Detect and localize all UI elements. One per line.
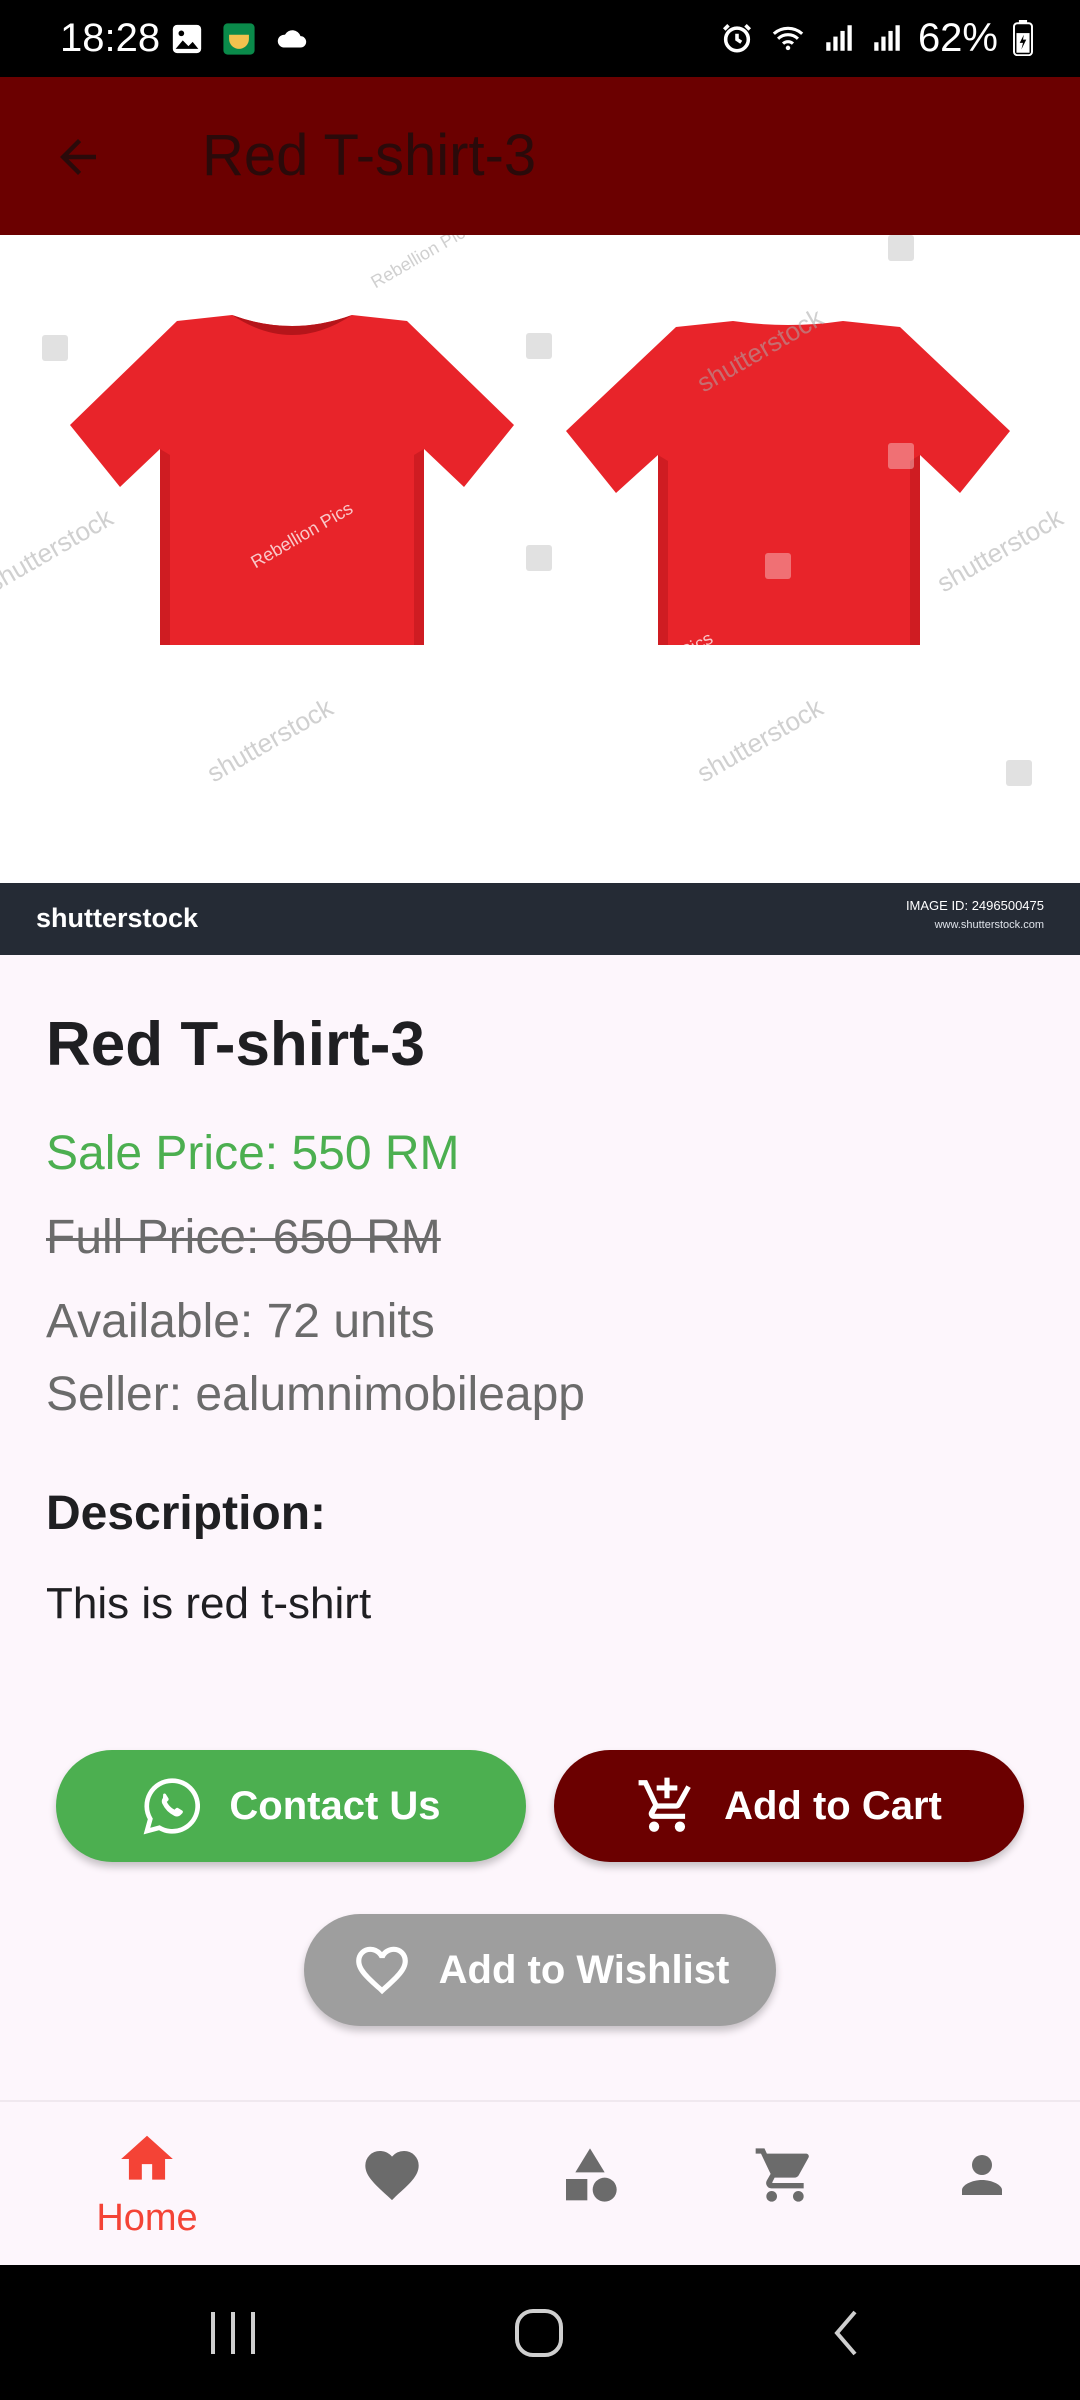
watermark-text: shutterstock [201,692,339,789]
status-time: 18:28 [60,16,161,60]
recent-apps-icon [211,2312,255,2354]
whatsapp-icon [144,1778,201,1835]
signal-icon [826,25,852,51]
sale-price: Sale Price: 550 RM [46,1127,460,1180]
product-name: Red T-shirt-3 [46,1010,425,1079]
wifi-icon [772,26,804,51]
status-left-icons [170,22,310,56]
home-circle-icon [515,2309,563,2357]
credit-text: Rebellion Pics [367,235,477,293]
app-icon [223,23,255,55]
image-id: IMAGE ID: 2496500475 [906,897,1044,915]
add-to-wishlist-label: Add to Wishlist [438,1947,730,1992]
home-system-button[interactable] [505,2300,575,2366]
nav-item-home[interactable]: Home [47,2100,247,2265]
nav-label-home: Home [96,2197,198,2239]
available-units: Available: 72 units [46,1295,435,1348]
back-button[interactable] [40,119,116,195]
tshirt-front-image [70,315,514,645]
image-id-value: 2496500475 [971,898,1044,913]
back-system-button[interactable] [815,2300,881,2366]
watermark-mark [888,443,914,469]
heart-icon [365,2150,419,2201]
description-heading: Description: [46,1487,327,1540]
nav-item-profile[interactable] [882,2100,1080,2265]
contact-us-label: Contact Us [229,1783,441,1828]
add-cart-icon [638,1777,691,1832]
back-arrow-icon [60,139,96,175]
battery-percent: 62% [917,16,998,60]
status-right: 62% [720,14,1034,62]
watermark-mark [165,653,191,679]
add-to-cart-label: Add to Cart [724,1783,942,1828]
signal-icon-2 [874,25,900,51]
alarm-icon [722,23,751,53]
watermark-mark [526,333,552,359]
app-bar [0,77,1080,235]
image-credit-bar: shutterstock IMAGE ID: 2496500475 www.sh… [0,883,1080,955]
watermark-mark [1006,760,1032,786]
contact-us-button[interactable]: Contact Us [56,1750,526,1862]
watermark-mark [526,545,552,571]
home-icon [121,2135,173,2180]
watermark-mark [888,235,914,261]
image-id-label: IMAGE ID: [905,898,969,913]
shapes-icon [566,2148,617,2202]
recent-apps-button[interactable] [200,2300,266,2366]
nav-item-wishlist[interactable] [292,2100,492,2265]
full-price: Full Price: 650 RM [46,1211,441,1264]
nav-item-cart[interactable] [685,2100,885,2265]
product-image[interactable]: shutterstock shutterstock shutterstock s… [0,235,1080,955]
cloud-icon [277,30,307,48]
shutterstock-logo: shutterstock [36,903,199,933]
gallery-icon [172,24,202,54]
watermark-text: shutterstock [691,692,829,789]
app-bar-title: Red T-shirt-3 [202,123,537,188]
battery-icon [1013,20,1033,56]
heart-outline-icon [355,1946,408,1995]
seller: Seller: ealumnimobileapp [46,1368,585,1421]
person-icon [962,2155,1002,2195]
add-to-cart-button[interactable]: Add to Cart [554,1750,1024,1862]
nav-item-categories[interactable] [490,2100,690,2265]
add-to-wishlist-button[interactable]: Add to Wishlist [304,1914,776,2026]
cart-icon [755,2148,809,2202]
image-site: www.shutterstock.com [934,919,1044,931]
description-text: This is red t-shirt [46,1579,372,1628]
watermark-mark [42,335,68,361]
watermark-mark [765,553,791,579]
back-chevron-icon [834,2310,857,2356]
